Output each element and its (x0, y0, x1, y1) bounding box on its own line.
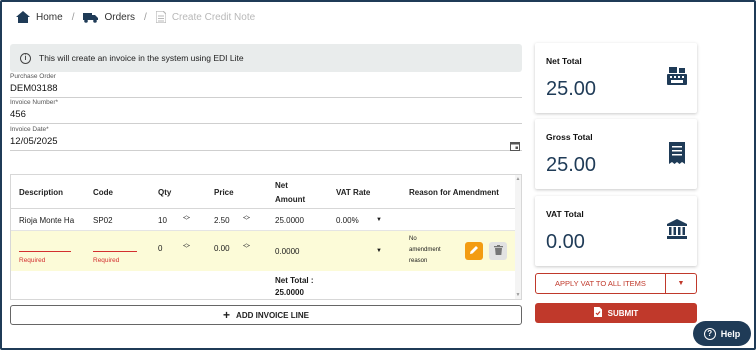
document-check-icon (593, 307, 602, 319)
help-button[interactable]: ? Help (693, 321, 751, 346)
breadcrumb-current-label: Create Credit Note (171, 11, 256, 23)
submit-button[interactable]: SUBMIT (535, 303, 697, 323)
add-invoice-line-label: ADD INVOICE LINE (236, 310, 309, 320)
apply-vat-button[interactable]: APPLY VAT TO ALL ITEMS (536, 274, 666, 293)
invoice-date-label: Invoice Date* (10, 126, 49, 133)
chevron-down-icon[interactable]: ﹀ (183, 246, 190, 253)
code-required-error: Required (93, 256, 120, 264)
info-message: This will create an invoice in the syste… (39, 53, 244, 63)
purchase-order-field[interactable]: Purchase Order DEM03188 (10, 73, 522, 98)
description-required-error: Required (19, 256, 46, 264)
vat-total-title: VAT Total (546, 209, 584, 219)
row-qty[interactable]: 10 (158, 209, 167, 231)
row-net-amount: 0.0000 (275, 246, 300, 256)
description-input-underline[interactable] (19, 251, 71, 252)
purchase-order-value[interactable]: DEM03188 (10, 83, 522, 98)
gross-total-title: Gross Total (546, 132, 593, 142)
breadcrumb-home[interactable]: Home (16, 11, 63, 23)
chevron-down-icon[interactable]: ﹀ (243, 218, 250, 225)
info-icon: i (20, 52, 31, 64)
cash-register-icon (667, 66, 687, 91)
row-price[interactable]: 2.50 (214, 209, 230, 231)
apply-vat-dropdown-icon[interactable]: ▼ (666, 274, 696, 293)
breadcrumb-home-label: Home (36, 11, 63, 23)
gross-total-card: Gross Total 25.00 (535, 119, 697, 189)
breadcrumb-separator: / (144, 11, 147, 23)
table-footer-row: Net Total : 25.0000 (11, 271, 521, 299)
header-description: Description (19, 187, 64, 197)
truck-icon (83, 12, 99, 23)
row-vat-rate[interactable]: 0.00% (336, 209, 359, 231)
header-code: Code (93, 187, 113, 197)
vat-total-value: 0.00 (546, 231, 585, 253)
price-stepper[interactable]: ︿ ﹀ (243, 212, 250, 225)
home-icon (16, 11, 30, 23)
purchase-order-label: Purchase Order (10, 73, 56, 80)
receipt-icon (669, 142, 685, 169)
submit-label: SUBMIT (607, 308, 639, 318)
net-total-value: 25.00 (546, 78, 597, 100)
invoice-number-field[interactable]: Invoice Number* 456 (10, 99, 522, 124)
invoice-date-value[interactable]: 12/05/2025 (10, 136, 522, 151)
bank-icon (667, 219, 687, 244)
table-header-row: Description Code Qty Price Net Amount VA… (11, 175, 521, 209)
vat-dropdown-icon[interactable]: ▼ (376, 209, 382, 231)
qty-stepper[interactable]: ︿ ﹀ (183, 240, 190, 253)
code-input-underline[interactable] (93, 251, 137, 252)
header-vat-rate: VAT Rate (336, 187, 371, 197)
table-row[interactable]: Required Required 0 ︿ ﹀ 0.00 ︿ ﹀ 0.0000 ▼ … (11, 231, 521, 271)
plus-icon: + (223, 308, 231, 322)
reason-line-3: reason (409, 258, 428, 264)
gross-total-value: 25.00 (546, 154, 597, 176)
header-qty: Qty (158, 187, 172, 197)
calendar-icon[interactable] (510, 138, 520, 156)
table-row[interactable]: Rioja Monte Ha SP02 10 ︿ ﹀ 2.50 ︿ ﹀ 25.000… (11, 209, 521, 231)
net-total-title: Net Total (546, 56, 582, 66)
invoice-number-value[interactable]: 456 (10, 109, 522, 124)
help-label: Help (720, 328, 741, 339)
net-total-card: Net Total 25.00 (535, 43, 697, 113)
row-code[interactable]: SP02 (93, 209, 113, 231)
reason-line-1: No (409, 236, 417, 242)
row-net-amount: 25.0000 (275, 215, 304, 225)
invoice-date-field[interactable]: Invoice Date* 12/05/2025 (10, 126, 522, 151)
add-invoice-line-button[interactable]: + ADD INVOICE LINE (10, 305, 522, 325)
chevron-down-icon[interactable]: ﹀ (243, 246, 250, 253)
header-amount: Amount (275, 194, 306, 204)
edit-line-button[interactable] (465, 242, 483, 260)
price-stepper[interactable]: ︿ ﹀ (243, 240, 250, 253)
info-banner: i This will create an invoice in the sys… (10, 44, 522, 72)
trash-icon (493, 245, 503, 257)
header-reason: Reason for Amendment (409, 187, 499, 197)
apply-vat-split-button[interactable]: APPLY VAT TO ALL ITEMS ▼ (535, 273, 697, 294)
row-description[interactable]: Rioja Monte Ha (19, 209, 85, 231)
delete-line-button[interactable] (489, 242, 507, 260)
vat-total-card: VAT Total 0.00 (535, 196, 697, 266)
chevron-down-icon[interactable]: ﹀ (183, 218, 190, 225)
net-total-footer-value: 25.0000 (275, 287, 304, 297)
row-qty[interactable]: 0 (158, 231, 162, 265)
invoice-lines-table: Description Code Qty Price Net Amount VA… (10, 174, 522, 300)
breadcrumb-current: Create Credit Note (155, 11, 256, 23)
header-net: Net (275, 180, 288, 190)
net-total-footer-label: Net Total : (275, 275, 314, 285)
vat-dropdown-icon[interactable]: ▼ (376, 231, 382, 271)
breadcrumb-orders[interactable]: Orders (83, 12, 135, 23)
header-price: Price (214, 187, 234, 197)
qty-stepper[interactable]: ︿ ﹀ (183, 212, 190, 225)
question-icon: ? (703, 327, 716, 340)
document-icon (155, 11, 166, 23)
row-price[interactable]: 0.00 (214, 231, 230, 265)
reason-line-2: amendment (409, 247, 441, 253)
invoice-number-label: Invoice Number* (10, 99, 59, 106)
scroll-down-icon[interactable]: ▼ (515, 292, 521, 298)
scroll-up-icon[interactable]: ▲ (515, 176, 521, 182)
table-scrollbar[interactable]: ▲ ▼ (515, 175, 521, 299)
pencil-icon (469, 245, 479, 257)
breadcrumb-separator: / (71, 11, 75, 23)
breadcrumb: Home / Orders / Create Credit Note (16, 8, 255, 26)
breadcrumb-orders-label: Orders (104, 11, 136, 23)
